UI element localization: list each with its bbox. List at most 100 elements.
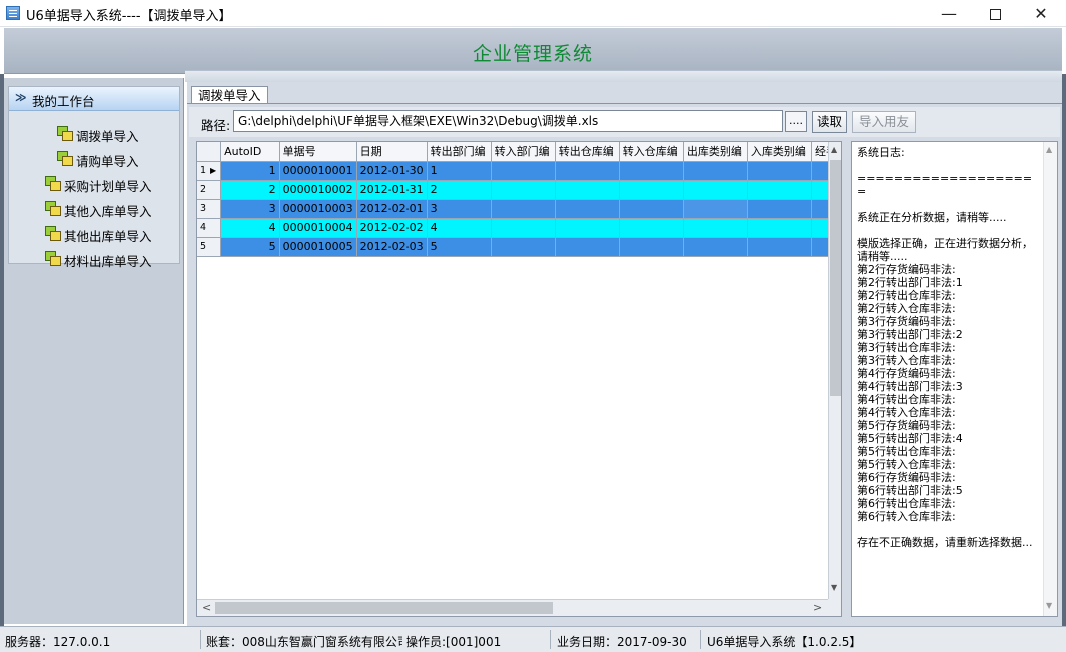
table-row[interactable]: 5 5 0000010005 2012-02-03 5 xyxy=(197,237,841,257)
scroll-right-icon[interactable]: > xyxy=(813,601,822,614)
grid-cell[interactable] xyxy=(619,199,684,219)
column-header[interactable]: AutoID xyxy=(220,142,280,162)
module-icon xyxy=(57,126,73,141)
row-indicator[interactable]: 3 xyxy=(197,199,222,219)
grid-cell[interactable] xyxy=(491,199,556,219)
grid-cell[interactable] xyxy=(555,237,620,257)
row-indicator[interactable]: 1 ▶ xyxy=(197,161,222,181)
row-indicator[interactable]: 4 xyxy=(197,218,222,238)
grid-cell[interactable]: 5 xyxy=(427,237,492,257)
table-row[interactable]: 3 3 0000010003 2012-02-01 3 xyxy=(197,199,841,219)
grid-vertical-scrollbar[interactable]: ▲ ▼ xyxy=(828,142,841,599)
grid-cell[interactable]: 1 xyxy=(220,161,280,181)
grid-cell[interactable]: 2 xyxy=(220,180,280,200)
grid-cell[interactable]: 0000010005 xyxy=(279,237,357,257)
grid-horizontal-scrollbar[interactable]: < > xyxy=(197,599,828,616)
grid-cell[interactable] xyxy=(683,199,748,219)
tab-transfer-import[interactable]: 调拨单导入 xyxy=(191,86,268,104)
grid-cell[interactable] xyxy=(491,161,556,181)
grid-cell[interactable]: 3 xyxy=(427,199,492,219)
grid-cell[interactable] xyxy=(747,161,812,181)
grid-cell[interactable] xyxy=(619,161,684,181)
sidebar-item-label: 其他入库单导入 xyxy=(64,204,152,219)
grid-corner-cell xyxy=(197,142,222,162)
grid-cell[interactable] xyxy=(619,180,684,200)
grid-cell[interactable] xyxy=(747,199,812,219)
log-vertical-scrollbar[interactable]: ▲ ▼ xyxy=(1043,142,1057,616)
browse-button[interactable]: .... xyxy=(785,111,807,132)
table-row[interactable]: 4 4 0000010004 2012-02-02 4 xyxy=(197,218,841,238)
row-indicator[interactable]: 2 xyxy=(197,180,222,200)
grid-cell[interactable] xyxy=(491,180,556,200)
grid-cell[interactable]: 0000010004 xyxy=(279,218,357,238)
column-header[interactable]: 转入仓库编 xyxy=(619,142,684,162)
column-header[interactable]: 出库类别编 xyxy=(683,142,748,162)
import-ufida-button[interactable]: 导入用友 xyxy=(852,111,916,133)
grid-cell[interactable] xyxy=(683,237,748,257)
grid-cell[interactable] xyxy=(555,218,620,238)
column-header[interactable]: 入库类别编 xyxy=(747,142,812,162)
table-row[interactable]: 1 ▶ 1 0000010001 2012-01-30 1 xyxy=(197,161,841,181)
grid-cell[interactable] xyxy=(619,237,684,257)
grid-cell[interactable] xyxy=(683,218,748,238)
column-header[interactable]: 日期 xyxy=(356,142,428,162)
grid-cell[interactable] xyxy=(747,218,812,238)
scroll-down-icon[interactable]: ▼ xyxy=(1046,601,1052,610)
grid-cell[interactable]: 0000010003 xyxy=(279,199,357,219)
grid-cell[interactable] xyxy=(491,218,556,238)
status-business-date: 业务日期：2017-09-30 xyxy=(557,635,687,649)
row-number: 4 xyxy=(200,222,207,233)
status-separator xyxy=(700,630,701,649)
grid-cell[interactable]: 1 xyxy=(427,161,492,181)
grid-cell[interactable] xyxy=(555,180,620,200)
grid-cell[interactable]: 4 xyxy=(427,218,492,238)
column-header[interactable]: 转入部门编 xyxy=(491,142,556,162)
grid-cell[interactable]: 4 xyxy=(220,218,280,238)
minimize-button[interactable]: — xyxy=(926,0,972,27)
grid-cell[interactable]: 2 xyxy=(427,180,492,200)
grid-cell[interactable]: 2012-01-31 xyxy=(356,180,428,200)
status-separator xyxy=(550,630,551,649)
grid-cell[interactable]: 2012-02-01 xyxy=(356,199,428,219)
path-input[interactable]: G:\delphi\delphi\UF单据导入框架\EXE\Win32\Debu… xyxy=(233,110,783,132)
grid-cell[interactable]: 2012-02-03 xyxy=(356,237,428,257)
grid-cell[interactable] xyxy=(683,161,748,181)
grid-horizontal-scroll-thumb[interactable] xyxy=(215,602,553,614)
workspace-header[interactable]: ≫ 我的工作台 xyxy=(9,87,179,111)
read-button[interactable]: 读取 xyxy=(812,111,847,133)
grid-cell[interactable]: 0000010001 xyxy=(279,161,357,181)
banner-title: 企业管理系统 xyxy=(472,43,593,65)
grid-cell[interactable]: 2012-01-30 xyxy=(356,161,428,181)
path-toolbar: 路径: G:\delphi\delphi\UF单据导入框架\EXE\Win32\… xyxy=(189,107,1060,137)
table-row[interactable]: 2 2 0000010002 2012-01-31 2 xyxy=(197,180,841,200)
scroll-left-icon[interactable]: < xyxy=(202,601,211,614)
grid-cell[interactable] xyxy=(619,218,684,238)
grid-cell[interactable]: 3 xyxy=(220,199,280,219)
grid-cell[interactable] xyxy=(683,180,748,200)
system-log-panel[interactable]: 系统日志: ==================== 系统正在分析数据，请稍等.… xyxy=(851,141,1058,617)
column-header[interactable]: 转出部门编 xyxy=(427,142,492,162)
tab-underline xyxy=(187,103,1062,104)
grid-cell[interactable] xyxy=(491,237,556,257)
maximize-button[interactable] xyxy=(972,0,1018,27)
grid-header-row: AutoID 单据号 日期 转出部门编 转入部门编 转出仓库编 转入仓库编 出库… xyxy=(197,142,841,162)
grid-cell[interactable] xyxy=(747,180,812,200)
collapse-icon[interactable]: ≫ xyxy=(15,91,27,104)
scroll-down-icon[interactable]: ▼ xyxy=(831,583,837,592)
grid-cell[interactable] xyxy=(555,199,620,219)
column-header[interactable]: 单据号 xyxy=(279,142,357,162)
grid-cell[interactable] xyxy=(555,161,620,181)
row-indicator[interactable]: 5 xyxy=(197,237,222,257)
module-icon xyxy=(57,151,73,166)
grid-cell[interactable]: 5 xyxy=(220,237,280,257)
grid-cell[interactable]: 2012-02-02 xyxy=(356,218,428,238)
scroll-up-icon[interactable]: ▲ xyxy=(1046,145,1052,154)
scroll-up-icon[interactable]: ▲ xyxy=(831,145,837,154)
column-header[interactable]: 转出仓库编 xyxy=(555,142,620,162)
scrollbar-corner xyxy=(828,599,841,616)
grid-cell[interactable] xyxy=(747,237,812,257)
data-grid[interactable]: AutoID 单据号 日期 转出部门编 转入部门编 转出仓库编 转入仓库编 出库… xyxy=(196,141,842,617)
grid-vertical-scroll-thumb[interactable] xyxy=(830,160,841,396)
close-button[interactable]: ✕ xyxy=(1018,0,1064,27)
grid-cell[interactable]: 0000010002 xyxy=(279,180,357,200)
